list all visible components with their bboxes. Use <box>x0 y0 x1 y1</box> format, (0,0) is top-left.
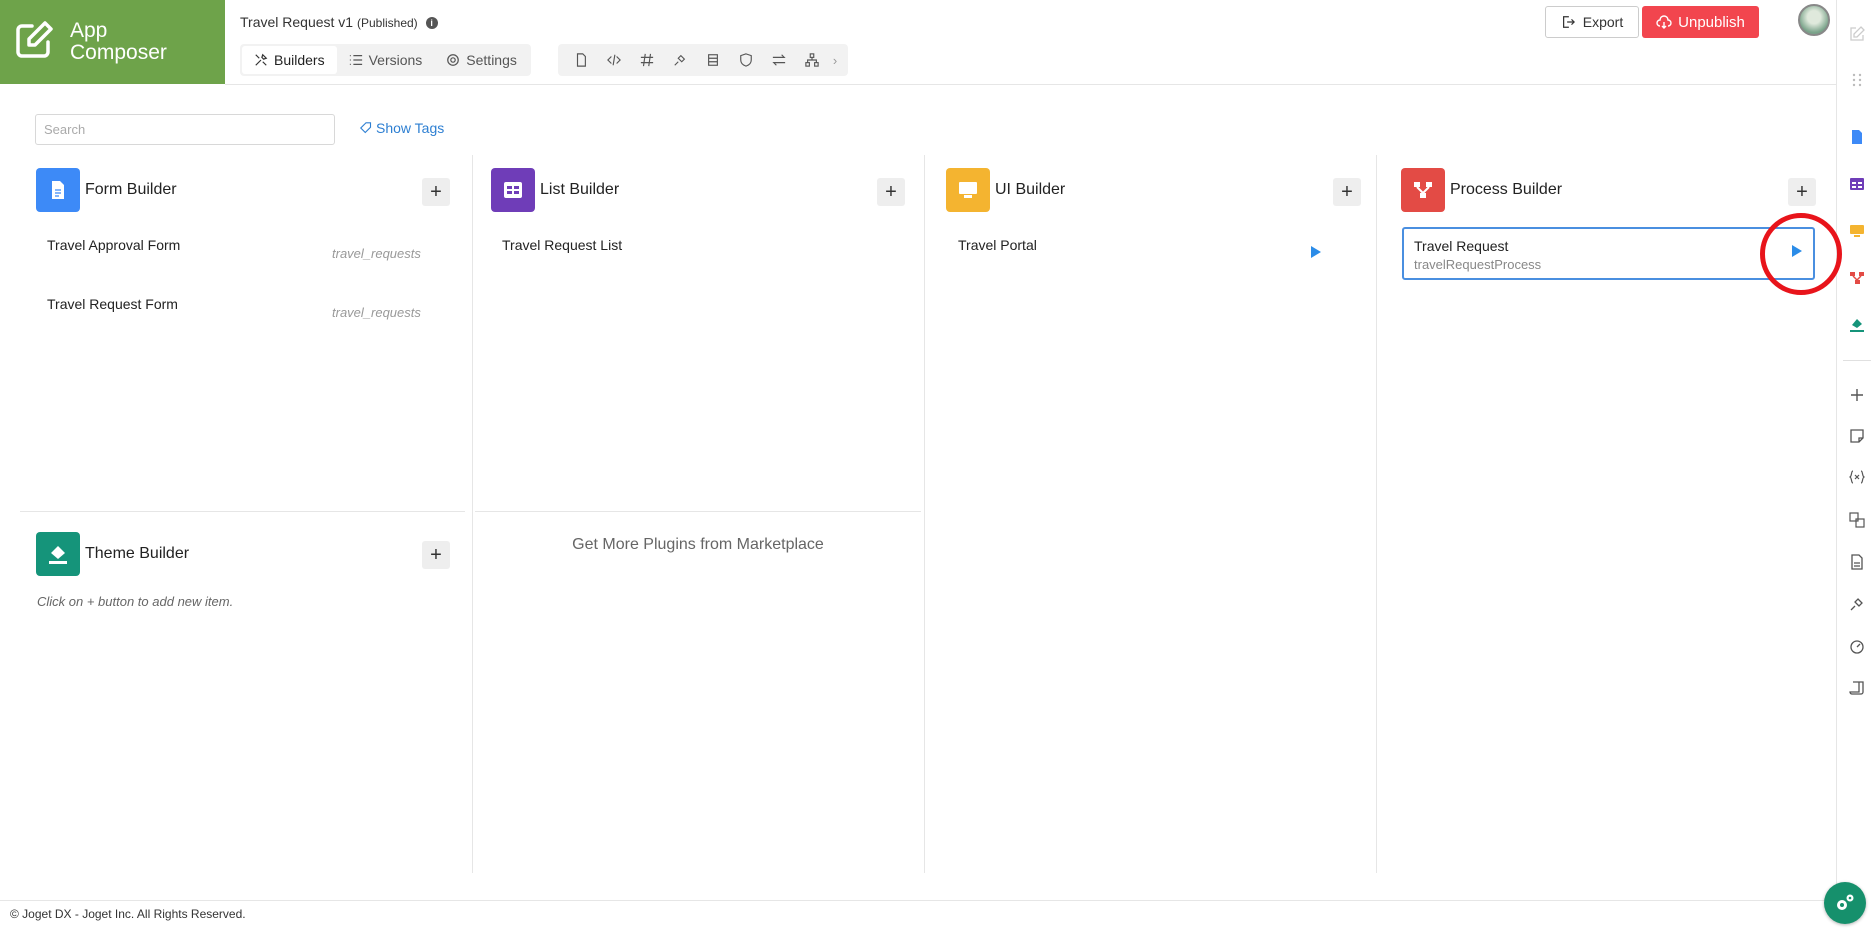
process-item-id: travelRequestProcess <box>1414 257 1542 272</box>
add-ui-button[interactable]: + <box>1333 178 1361 206</box>
export-button[interactable]: Export <box>1545 6 1639 38</box>
process-builder-icon <box>1401 168 1445 212</box>
section-divider <box>20 511 465 512</box>
drag-handle-icon[interactable] <box>1847 70 1867 90</box>
gears-icon <box>1837 894 1854 910</box>
ui-builder-icon <box>946 168 990 212</box>
tab-settings[interactable]: Settings <box>434 46 529 74</box>
theme-builder-icon <box>36 532 80 576</box>
sitemap-icon[interactable] <box>795 46 828 74</box>
settings-fab[interactable] <box>1824 882 1866 924</box>
form-file-icon[interactable] <box>564 46 597 74</box>
app-composer-logo[interactable]: App Composer <box>0 0 225 84</box>
item-tag: travel_requests <box>332 305 421 320</box>
note-icon[interactable] <box>1847 426 1867 446</box>
app-composer: App Composer Travel Request v1 (Publishe… <box>0 0 1876 934</box>
theme-builder-header: Theme Builder <box>36 532 189 576</box>
search-input[interactable] <box>35 114 335 145</box>
pdf-file-icon[interactable] <box>1847 552 1867 572</box>
tag-icon <box>360 122 372 134</box>
form-builder-header: Form Builder <box>36 168 177 212</box>
composer-tabs: Builders Versions Settings <box>240 44 531 76</box>
logo-text: App Composer <box>70 19 167 64</box>
app-title-text: Travel Request v1 <box>240 14 354 30</box>
list-item[interactable]: Travel Request List <box>502 237 622 253</box>
gear-icon <box>447 54 460 66</box>
add-form-button[interactable]: + <box>422 178 450 206</box>
play-icon[interactable] <box>1311 246 1321 258</box>
process-item-name: Travel Request <box>1414 238 1509 254</box>
table-icon[interactable] <box>696 46 729 74</box>
footer-copyright: © Joget DX - Joget Inc. All Rights Reser… <box>10 907 246 921</box>
form-builder-icon[interactable] <box>1847 127 1867 147</box>
process-builder-icon[interactable] <box>1847 268 1867 288</box>
edit-icon[interactable] <box>1847 24 1867 44</box>
cloud-download-icon <box>1656 15 1672 29</box>
list-item[interactable]: Travel Request Form <box>47 296 178 312</box>
marketplace-link[interactable]: Get More Plugins from Marketplace <box>475 536 921 554</box>
hash-icon[interactable] <box>630 46 663 74</box>
add-list-button[interactable]: + <box>877 178 905 206</box>
unpublish-button[interactable]: Unpublish <box>1642 6 1759 38</box>
plug-icon[interactable] <box>663 46 696 74</box>
shield-icon[interactable] <box>729 46 762 74</box>
list-builder-header: List Builder <box>491 168 619 212</box>
item-tag: travel_requests <box>332 246 421 261</box>
header-divider <box>225 84 1836 85</box>
scroll-icon[interactable] <box>1847 678 1867 698</box>
process-builder-title: Process Builder <box>1450 181 1563 198</box>
add-process-button[interactable]: + <box>1788 178 1816 206</box>
swap-icon[interactable] <box>762 46 795 74</box>
theme-builder-title: Theme Builder <box>85 545 190 562</box>
form-builder-icon <box>36 168 80 212</box>
highlight-annotation <box>1760 213 1842 295</box>
plugin-icon[interactable] <box>1847 594 1867 614</box>
list-builder-title: List Builder <box>540 181 620 198</box>
avatar[interactable] <box>1798 4 1830 36</box>
info-icon[interactable]: i <box>425 17 438 29</box>
app-title: Travel Request v1 (Published) i <box>240 14 438 30</box>
speedometer-icon[interactable] <box>1847 636 1867 656</box>
list-item[interactable]: Travel Approval Form <box>47 237 180 253</box>
app-status: (Published) <box>356 16 418 30</box>
tab-builders[interactable]: Builders <box>242 46 337 74</box>
list-icon <box>349 55 362 65</box>
form-builder-title: Form Builder <box>85 181 177 198</box>
process-builder-header: Process Builder <box>1401 168 1562 212</box>
list-item[interactable]: Travel Portal <box>958 237 1037 253</box>
export-icon <box>1562 16 1575 28</box>
variable-icon[interactable] <box>1847 467 1867 487</box>
sidebar-divider <box>1843 360 1871 361</box>
column-divider <box>924 155 925 873</box>
column-divider <box>472 155 473 873</box>
tab-versions[interactable]: Versions <box>337 46 435 74</box>
theme-builder-icon[interactable] <box>1847 315 1867 335</box>
empty-hint: Click on + button to add new item. <box>37 594 234 609</box>
process-item-card[interactable]: Travel Request travelRequestProcess <box>1402 227 1815 280</box>
builder-toolbar: › <box>558 44 848 76</box>
translate-icon[interactable] <box>1847 510 1867 530</box>
ui-builder-icon[interactable] <box>1847 221 1867 241</box>
footer-divider <box>0 900 1836 901</box>
edit-square-icon <box>14 20 54 65</box>
plus-icon[interactable] <box>1847 385 1867 405</box>
list-builder-icon[interactable] <box>1847 174 1867 194</box>
ui-builder-header: UI Builder <box>946 168 1065 212</box>
show-tags-link[interactable]: Show Tags <box>360 120 444 136</box>
right-sidebar <box>1836 0 1876 900</box>
add-theme-button[interactable]: + <box>422 541 450 569</box>
chevron-right-icon[interactable]: › <box>828 46 842 74</box>
ui-builder-title: UI Builder <box>995 181 1066 198</box>
tools-icon <box>255 53 268 66</box>
code-icon[interactable] <box>597 46 630 74</box>
section-divider <box>475 511 921 512</box>
list-builder-icon <box>491 168 535 212</box>
column-divider <box>1376 155 1377 873</box>
